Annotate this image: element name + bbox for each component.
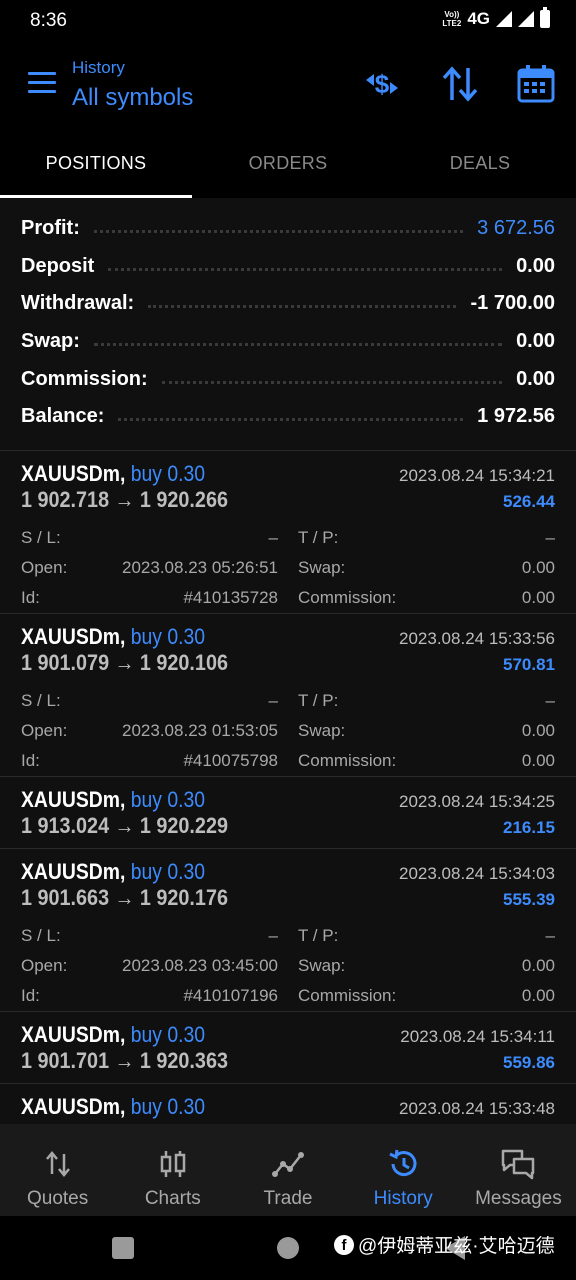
position-time: 2023.08.24 15:34:21 [399, 466, 555, 485]
summary-withdrawal: Withdrawal: -1 700.00 [21, 292, 555, 315]
position-item[interactable]: XAUUSDm, buy 0.30 2023.08.24 15:33:48 [0, 1083, 576, 1124]
network-type: 4G [467, 9, 490, 28]
position-symbol: XAUUSDm, buy 0.30 [21, 461, 206, 486]
calendar-icon[interactable] [516, 64, 556, 104]
position-item[interactable]: XAUUSDm, buy 0.30 2023.08.24 15:34:25 1 … [0, 776, 576, 848]
status-time: 8:36 [30, 10, 67, 31]
messages-icon [502, 1149, 535, 1180]
summary-panel: Profit: 3 672.56 Deposit 0.00 Withdrawal: -… [0, 198, 576, 450]
toolbar-subtitle: History [72, 58, 125, 77]
position-profit: 555.39 [503, 890, 555, 909]
history-icon [389, 1149, 417, 1177]
position-details: S / L: – T / P: – Open: 2023.08.23 05:26:51… [21, 528, 555, 607]
position-symbol: XAUUSDm, buy 0.30 [21, 787, 206, 812]
menu-icon[interactable] [28, 72, 56, 94]
recent-apps-button[interactable] [112, 1237, 134, 1259]
charts-icon [160, 1151, 186, 1177]
summary-deposit: Deposit 0.00 [21, 254, 555, 277]
position-prices: 1 902.718 → 1 920.266 [21, 487, 228, 512]
position-symbol: XAUUSDm, buy 0.30 [21, 1022, 206, 1047]
watermark: f @伊姆蒂亚兹·艾哈迈德 [334, 1231, 555, 1258]
position-time: 2023.08.24 15:34:11 [400, 1027, 555, 1046]
summary-profit: Profit: 3 672.56 [21, 217, 555, 240]
position-symbol: XAUUSDm, buy 0.30 [21, 624, 206, 649]
position-time: 2023.08.24 15:34:03 [399, 864, 555, 883]
summary-swap: Swap: 0.00 [21, 330, 555, 353]
position-prices: 1 901.079 → 1 920.106 [21, 650, 228, 675]
toolbar: History All symbols $ [0, 44, 576, 128]
position-item[interactable]: XAUUSDm, buy 0.30 2023.08.24 15:34:11 1 … [0, 1011, 576, 1083]
tab-orders[interactable]: ORDERS [192, 128, 384, 198]
summary-commission: Commission: 0.00 [21, 367, 555, 390]
positions-list[interactable]: XAUUSDm, buy 0.30 2023.08.24 15:34:21 1 … [0, 450, 576, 1124]
home-button[interactable] [277, 1237, 299, 1259]
position-symbol: XAUUSDm, buy 0.30 [21, 859, 206, 884]
system-nav-bar: f @伊姆蒂亚兹·艾哈迈德 [0, 1216, 576, 1280]
position-item[interactable]: XAUUSDm, buy 0.30 2023.08.24 15:33:56 1 … [0, 613, 576, 776]
position-symbol: XAUUSDm, buy 0.30 [21, 1094, 206, 1119]
facebook-icon: f [334, 1234, 354, 1255]
nav-trade[interactable]: Trade [230, 1124, 345, 1216]
tab-deals[interactable]: DEALS [384, 128, 576, 198]
nav-charts[interactable]: Charts [115, 1124, 230, 1216]
tab-positions[interactable]: POSITIONS [0, 128, 192, 198]
position-profit: 570.81 [503, 655, 555, 674]
status-bar: 8:36 Vo)) LTE2 4G [0, 0, 576, 44]
quotes-icon [45, 1151, 70, 1177]
position-details: S / L: – T / P: – Open: 2023.08.23 01:53:05… [21, 691, 555, 770]
trade-icon [272, 1152, 304, 1177]
status-icons: Vo)) LTE2 4G [442, 7, 550, 29]
svg-text:$: $ [375, 69, 390, 99]
symbol-selector[interactable]: All symbols [72, 84, 193, 112]
signal-icon [496, 11, 512, 27]
bottom-nav: Quotes Charts Trade History Messages [0, 1124, 576, 1216]
battery-icon [540, 7, 550, 28]
position-profit: 559.86 [503, 1053, 555, 1072]
sort-icon[interactable] [440, 64, 480, 104]
position-prices: 1 913.024 → 1 920.229 [21, 813, 228, 838]
nav-history[interactable]: History [346, 1124, 461, 1216]
balance-operations-icon[interactable]: $ [362, 64, 402, 104]
position-time: 2023.08.24 15:34:25 [399, 792, 555, 811]
position-item[interactable]: XAUUSDm, buy 0.30 2023.08.24 15:34:21 1 … [0, 450, 576, 613]
summary-balance: Balance: 1 972.56 [21, 405, 555, 428]
position-item[interactable]: XAUUSDm, buy 0.30 2023.08.24 15:34:03 1 … [0, 848, 576, 1011]
position-prices: 1 901.663 → 1 920.176 [21, 885, 228, 910]
position-time: 2023.08.24 15:33:56 [399, 629, 555, 648]
position-details: S / L: – T / P: – Open: 2023.08.23 03:45:00… [21, 926, 555, 1005]
nav-messages[interactable]: Messages [461, 1124, 576, 1216]
position-prices: 1 901.701 → 1 920.363 [21, 1048, 228, 1073]
tab-bar: POSITIONS ORDERS DEALS [0, 128, 576, 198]
nav-quotes[interactable]: Quotes [0, 1124, 115, 1216]
position-profit: 216.15 [503, 818, 555, 837]
position-profit: 526.44 [503, 492, 555, 511]
volte-icon: Vo)) LTE2 [442, 10, 462, 28]
position-time: 2023.08.24 15:33:48 [399, 1099, 555, 1118]
signal-icon-2 [518, 11, 534, 27]
